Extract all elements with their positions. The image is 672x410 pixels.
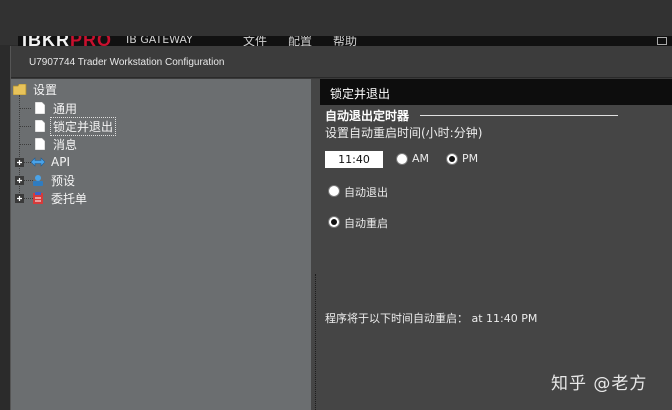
am-radio[interactable] xyxy=(396,153,408,165)
tree-label: 消息 xyxy=(53,137,78,152)
restart-status-text: 程序将于以下时间自动重启： at 11:40 PM xyxy=(325,312,538,325)
orders-icon xyxy=(33,192,43,204)
api-arrows-icon xyxy=(31,157,45,167)
config-dialog: U7907744 Trader Workstation Configuratio… xyxy=(10,46,672,410)
tree-connector xyxy=(19,144,31,145)
pm-radio-label: PM xyxy=(462,152,479,165)
group-divider xyxy=(420,115,618,116)
am-radio-label: AM xyxy=(412,152,430,165)
title-bar: U7907744 Trader Workstation Configuratio… xyxy=(11,46,672,78)
auto-exit-label: 自动退出 xyxy=(344,186,388,199)
tree-item-messages[interactable]: 消息 xyxy=(35,135,79,153)
pm-radio[interactable] xyxy=(446,153,458,165)
restart-time-input[interactable]: 11:40 xyxy=(325,151,383,168)
tree-item-lock-and-exit[interactable]: 锁定并退出 xyxy=(35,116,117,136)
document-icon xyxy=(35,138,45,150)
pane-splitter[interactable] xyxy=(311,79,320,410)
settings-tree: 设置 通用 锁定并退出 消息 API 预设 委托单 xyxy=(11,79,311,410)
tree-label: 预设 xyxy=(51,173,76,188)
expand-plus-icon[interactable] xyxy=(15,176,24,185)
tree-label: 委托单 xyxy=(51,191,88,206)
auto-restart-radio[interactable] xyxy=(328,216,340,228)
auto-exit-radio[interactable] xyxy=(328,185,340,197)
window-title: U7907744 Trader Workstation Configuratio… xyxy=(29,57,225,68)
folder-icon xyxy=(13,83,27,95)
watermark: 知乎 @老方 xyxy=(551,374,648,394)
expand-plus-icon[interactable] xyxy=(15,194,24,203)
window-restore-icon[interactable] xyxy=(657,37,667,45)
tree-connector xyxy=(19,126,31,127)
tree-item-general[interactable]: 通用 xyxy=(35,99,79,117)
splitter-grip xyxy=(315,274,316,410)
settings-panel: 锁定并退出 自动退出定时器 设置自动重启时间(小时:分钟) 11:40 AM P… xyxy=(320,79,672,410)
tree-item-api[interactable]: API xyxy=(31,153,72,171)
tree-connector xyxy=(19,108,31,109)
tree-root-settings[interactable]: 设置 xyxy=(13,80,59,98)
auto-restart-label: 自动重启 xyxy=(344,217,388,230)
tree-label: API xyxy=(51,155,70,169)
background-app-title: IB GATEWAY xyxy=(126,36,193,46)
expand-plus-icon[interactable] xyxy=(15,158,24,167)
tree-label: 通用 xyxy=(53,101,78,116)
tree-item-presets[interactable]: 预设 xyxy=(31,171,77,189)
tree-label: 设置 xyxy=(33,82,58,97)
tree-label: 锁定并退出 xyxy=(49,116,117,136)
document-icon xyxy=(35,102,45,114)
tree-item-orders[interactable]: 委托单 xyxy=(31,189,89,207)
panel-title: 锁定并退出 xyxy=(330,87,391,101)
restart-time-label: 设置自动重启时间(小时:分钟) xyxy=(325,126,483,140)
group-title: 自动退出定时器 xyxy=(325,107,414,124)
document-icon xyxy=(35,120,45,132)
presets-icon xyxy=(33,175,43,186)
panel-header: 锁定并退出 xyxy=(320,79,672,105)
